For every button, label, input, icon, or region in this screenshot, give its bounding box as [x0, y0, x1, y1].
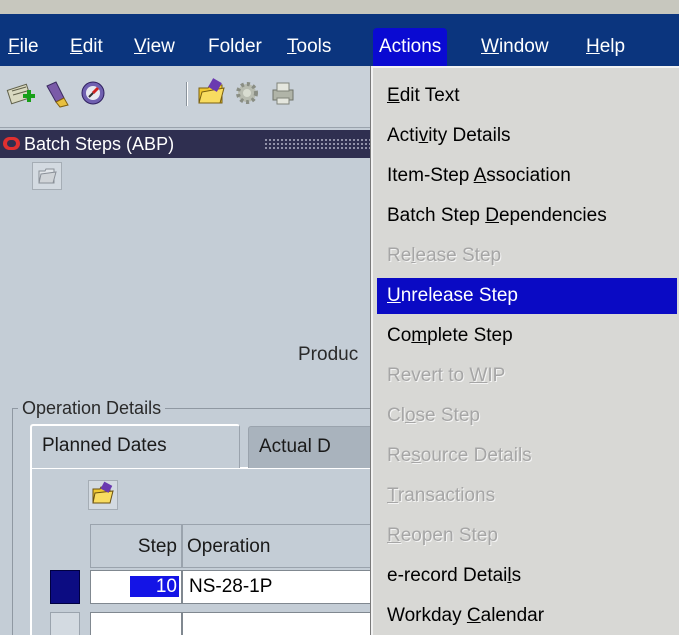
- menu-item-e-record-details[interactable]: e-record Details: [377, 558, 677, 594]
- row-selector[interactable]: [50, 612, 80, 635]
- attachment-button[interactable]: [32, 162, 62, 190]
- menu-item-unrelease-step[interactable]: Unrelease Step: [377, 278, 677, 314]
- save-folder-icon[interactable]: [196, 78, 226, 108]
- flashlight-icon[interactable]: [42, 78, 72, 108]
- gear-icon[interactable]: [232, 78, 262, 108]
- open-folder-icon: [38, 168, 57, 184]
- operation-details-legend: Operation Details: [18, 398, 166, 419]
- menu-item-resource-details: Resource Details: [387, 445, 532, 466]
- toolbar-separator: [186, 82, 188, 106]
- step-cell[interactable]: 10: [90, 570, 182, 604]
- menu-window[interactable]: Window: [475, 28, 555, 66]
- menu-item-edit-text[interactable]: Edit Text: [377, 78, 677, 114]
- menu-item-complete-step[interactable]: Complete Step: [377, 318, 677, 354]
- menu-help[interactable]: Help: [580, 28, 631, 66]
- menu-folder[interactable]: Folder: [202, 28, 268, 66]
- titlebar-drag-pattern: [264, 138, 374, 150]
- new-record-icon[interactable]: [6, 78, 36, 108]
- menu-item-item-step-association[interactable]: Item-Step Association: [377, 158, 677, 194]
- actions-menu: Edit Text Activity Details Item-Step Ass…: [371, 66, 679, 635]
- folder-icon: [92, 481, 114, 504]
- menu-item-workday-calendar[interactable]: Workday Calendar: [377, 598, 677, 634]
- column-header-step[interactable]: Step: [90, 524, 182, 568]
- row-selector-current[interactable]: [50, 570, 80, 604]
- product-label: Produc: [298, 344, 359, 365]
- menu-item-batch-step-dependencies[interactable]: Batch Step Dependencies: [377, 198, 677, 234]
- window-title: Batch Steps (ABP): [24, 134, 175, 154]
- top-strip: [0, 0, 679, 14]
- menu-edit[interactable]: Edit: [64, 28, 109, 66]
- menu-item-transactions: Transactions: [387, 485, 496, 506]
- menu-item-revert-to-wip: Revert to WIP: [387, 365, 506, 386]
- oracle-logo-icon: [3, 137, 20, 150]
- menu-item-reopen-step: Reopen Step: [387, 525, 498, 546]
- tab-planned-dates[interactable]: Planned Dates: [30, 424, 240, 468]
- print-icon[interactable]: [268, 78, 298, 108]
- operation-cell[interactable]: NS-28-1P: [182, 570, 382, 604]
- app-window: File Edit View Folder Tools Actions Wind…: [0, 0, 679, 635]
- menu-actions[interactable]: Actions: [373, 28, 448, 66]
- folder-button[interactable]: [88, 480, 118, 510]
- column-header-operation[interactable]: Operation: [182, 524, 382, 568]
- menu-item-close-step: Close Step: [387, 405, 480, 426]
- menu-item-activity-details[interactable]: Activity Details: [377, 118, 677, 154]
- navigator-icon[interactable]: [78, 78, 108, 108]
- step-value: 10: [129, 576, 179, 597]
- step-cell-empty[interactable]: [90, 612, 182, 635]
- operation-cell-empty[interactable]: [182, 612, 382, 635]
- menubar: File Edit View Folder Tools Actions Wind…: [0, 14, 679, 66]
- menu-item-release-step: Release Step: [387, 245, 502, 266]
- menu-view[interactable]: View: [128, 28, 181, 66]
- menu-file[interactable]: File: [2, 28, 45, 66]
- menu-tools[interactable]: Tools: [281, 28, 337, 66]
